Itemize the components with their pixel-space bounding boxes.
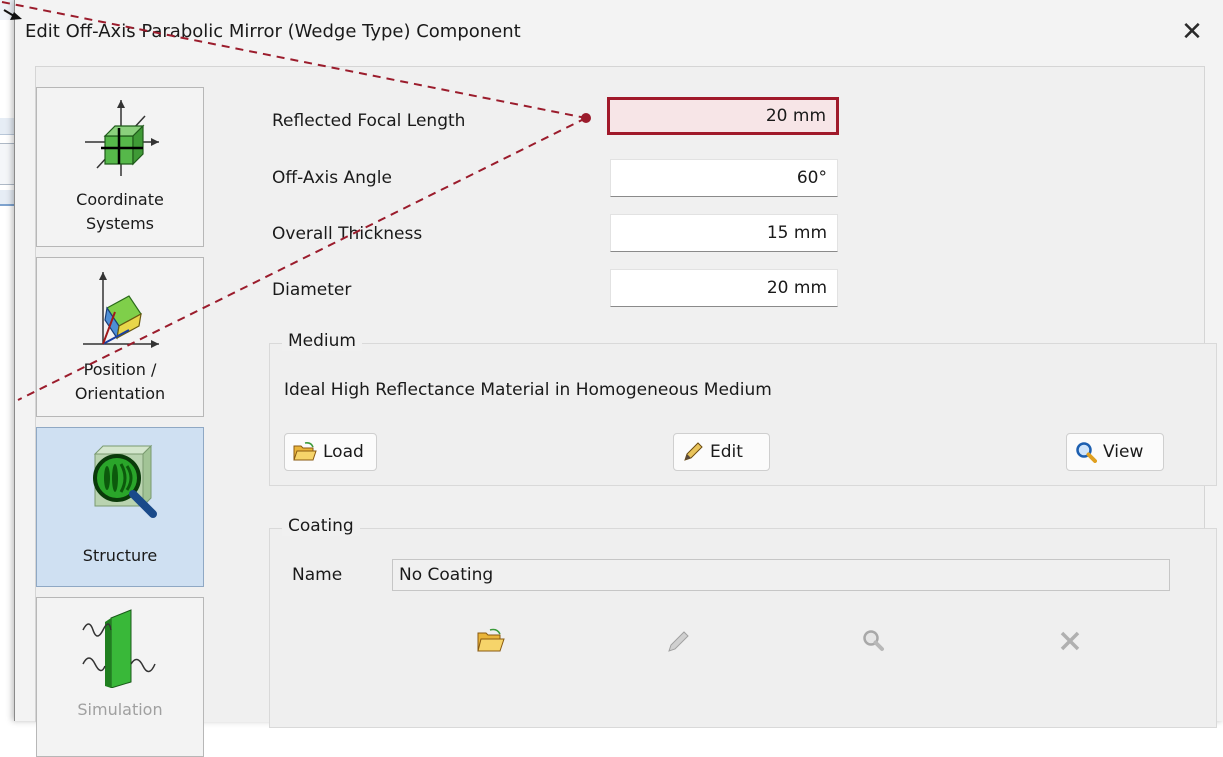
coating-remove-x-icon[interactable] bbox=[1050, 621, 1090, 661]
view-button[interactable]: View bbox=[1066, 433, 1165, 471]
edit-button-label: Edit bbox=[710, 442, 743, 462]
view-button-label: View bbox=[1103, 442, 1144, 462]
simulation-icon bbox=[82, 609, 156, 688]
medium-description: Ideal High Reflectance Material in Homog… bbox=[284, 380, 772, 400]
dialog-content: Coordinate Systems Position / Orientatio… bbox=[35, 66, 1217, 757]
diameter-label: Diameter bbox=[272, 280, 352, 300]
nav-item-label: Position / Orientation bbox=[74, 360, 166, 403]
nav-item-structure[interactable]: Structure bbox=[36, 427, 204, 587]
medium-group-title: Medium bbox=[282, 331, 362, 351]
dialog-titlebar: Edit Off-Axis Parabolic Mirror (Wedge Ty… bbox=[15, 0, 1223, 66]
coating-load-icon[interactable] bbox=[470, 621, 510, 661]
overall-thickness-input[interactable]: 15 mm bbox=[610, 214, 838, 252]
coating-view-magnifier-icon[interactable] bbox=[854, 621, 894, 661]
background-window bbox=[0, 0, 21, 721]
dialog-title: Edit Off-Axis Parabolic Mirror (Wedge Ty… bbox=[25, 21, 521, 42]
coating-group-title: Coating bbox=[282, 516, 360, 536]
coordinate-systems-icon bbox=[85, 100, 159, 176]
nav-item-position-orientation[interactable]: Position / Orientation bbox=[36, 257, 204, 417]
pencil-icon bbox=[684, 442, 703, 461]
nav-item-label: Simulation bbox=[77, 700, 163, 719]
reflected-focal-length-input[interactable]: 20 mm bbox=[607, 97, 839, 135]
close-icon[interactable]: ✕ bbox=[1174, 14, 1210, 50]
magnifier-icon bbox=[1076, 442, 1097, 463]
reflected-focal-length-label: Reflected Focal Length bbox=[272, 111, 466, 131]
position-orientation-icon bbox=[83, 272, 159, 348]
edit-button[interactable]: Edit bbox=[673, 433, 770, 471]
structure-icon bbox=[93, 444, 157, 518]
load-button-label: Load bbox=[323, 442, 364, 462]
diameter-input[interactable]: 20 mm bbox=[610, 269, 838, 307]
overall-thickness-label: Overall Thickness bbox=[272, 224, 423, 244]
off-axis-angle-label: Off-Axis Angle bbox=[272, 168, 392, 188]
nav-item-simulation[interactable]: Simulation bbox=[36, 597, 204, 757]
coating-group: Coating Name No Coating bbox=[269, 516, 1217, 728]
load-button[interactable]: Load bbox=[284, 433, 377, 471]
coating-name-label: Name bbox=[292, 565, 343, 585]
nav-item-label: Coordinate Systems bbox=[76, 190, 164, 233]
coating-name-field[interactable]: No Coating bbox=[392, 559, 1170, 591]
coating-edit-pencil-icon[interactable] bbox=[658, 621, 698, 661]
medium-group: Medium Ideal High Reflectance Material i… bbox=[269, 331, 1217, 486]
nav-item-label: Structure bbox=[82, 546, 158, 565]
folder-open-icon bbox=[293, 442, 317, 461]
nav-item-coordinate-systems[interactable]: Coordinate Systems bbox=[36, 87, 204, 247]
edit-component-dialog: Edit Off-Axis Parabolic Mirror (Wedge Ty… bbox=[14, 0, 1223, 757]
off-axis-angle-input[interactable]: 60° bbox=[610, 159, 838, 197]
